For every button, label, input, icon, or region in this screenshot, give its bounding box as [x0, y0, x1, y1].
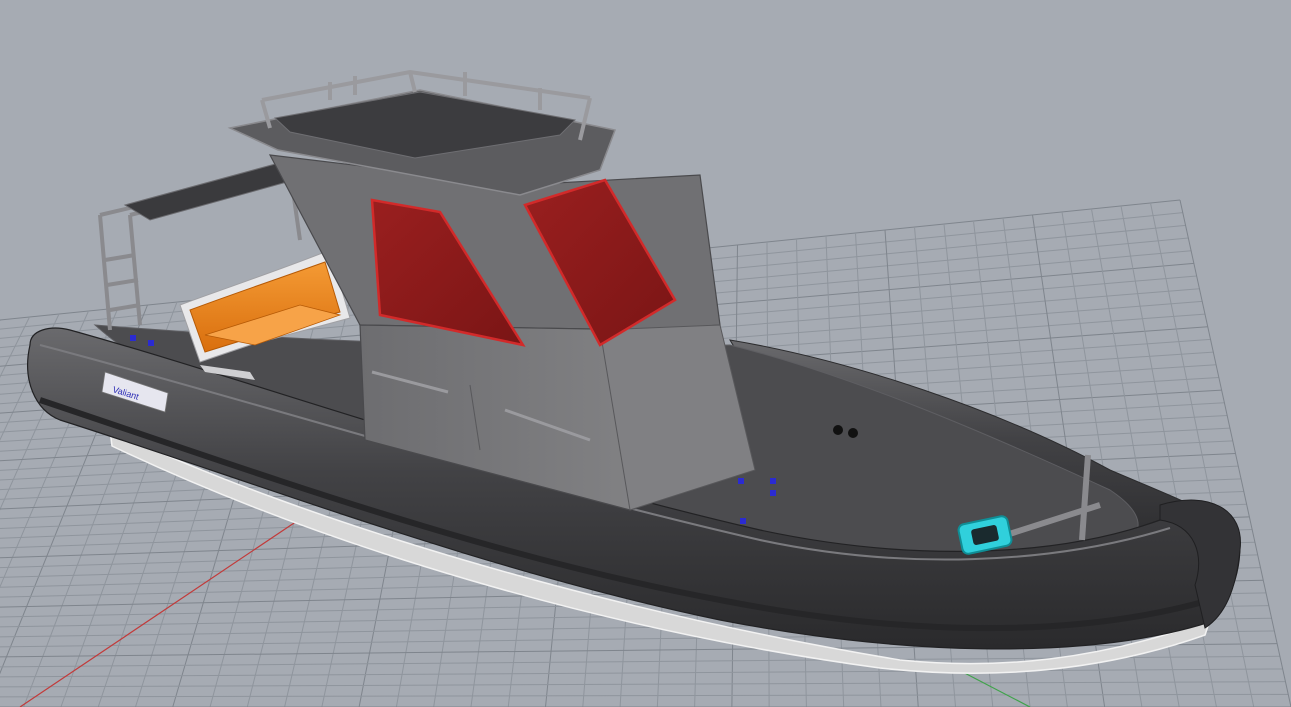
grid-line	[0, 668, 1283, 678]
grid-line	[0, 693, 1289, 698]
grid-line	[0, 681, 1286, 688]
boat-model-canvas[interactable]: Valiant	[0, 0, 1291, 707]
perspective-viewport[interactable]: Valiant	[0, 0, 1291, 707]
tube-valve	[833, 425, 843, 435]
tube-valve	[848, 428, 858, 438]
x-axis-line	[19, 518, 301, 707]
